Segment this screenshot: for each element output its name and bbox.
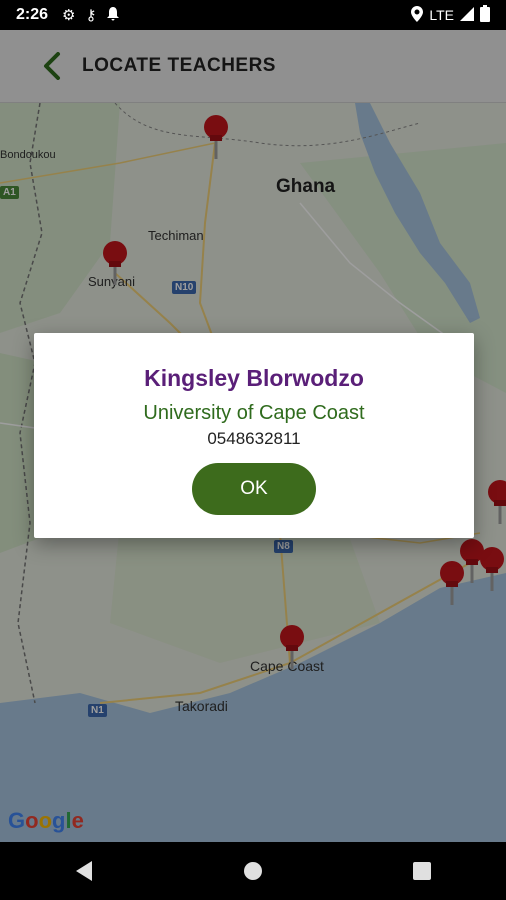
status-bar: 2:26 ⚙ ⚷ LTE: [0, 0, 506, 30]
teacher-phone: 0548632811: [207, 429, 301, 448]
status-time: 2:26: [16, 6, 49, 23]
teacher-info-dialog: Kingsley Blorwodzo University of Cape Co…: [34, 333, 474, 538]
teacher-school: University of Cape Coast: [143, 402, 365, 424]
ok-button[interactable]: OK: [192, 463, 316, 515]
battery-icon: [480, 5, 490, 25]
nav-back-button[interactable]: [64, 851, 104, 891]
status-right: LTE: [411, 5, 490, 25]
nav-recents-button[interactable]: [402, 851, 442, 891]
notification-bell-icon: [106, 6, 120, 25]
signal-icon: [460, 6, 474, 24]
back-triangle-icon: [76, 861, 93, 881]
recents-square-icon: [412, 862, 431, 880]
home-circle-icon: [243, 862, 262, 880]
system-nav-bar: [0, 842, 506, 900]
key-icon: ⚷: [85, 7, 97, 24]
nav-home-button[interactable]: [233, 851, 273, 891]
teacher-name: Kingsley Blorwodzo: [144, 365, 364, 391]
location-icon: [411, 5, 424, 25]
settings-icon: ⚙: [62, 7, 76, 24]
network-type: LTE: [429, 7, 454, 23]
